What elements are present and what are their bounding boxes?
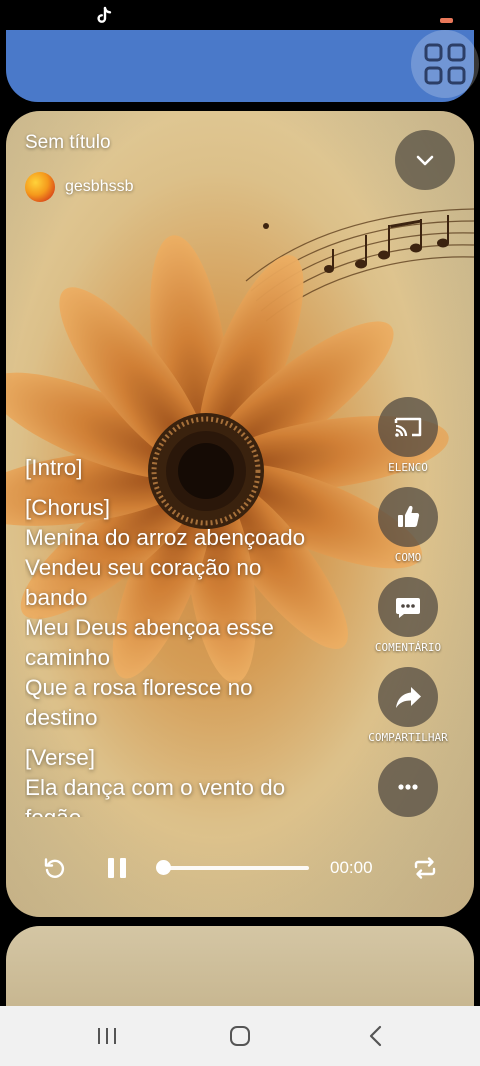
status-bar <box>0 0 480 30</box>
share-label: COMPARTILHAR <box>368 731 448 744</box>
next-card[interactable] <box>6 926 474 1006</box>
lyric-gap <box>25 733 365 743</box>
lyric-line: Que a rosa floresce no <box>25 675 253 700</box>
like-button-circle[interactable] <box>378 487 438 547</box>
lyric-line: bando <box>25 585 88 610</box>
share-button-circle[interactable] <box>378 667 438 727</box>
lyric-section-label: [Verse] <box>25 745 96 770</box>
app-grid-button[interactable] <box>411 30 479 98</box>
current-time: 00:00 <box>330 858 373 877</box>
more-icon <box>398 784 418 790</box>
lyric-line: Menina do arroz abençoado <box>25 525 306 550</box>
player-card: Sem título gesbhssb [Intro] [Chorus] Menin… <box>6 111 474 917</box>
previous-card[interactable] <box>6 30 474 102</box>
artist-name[interactable]: gesbhssb <box>65 178 134 196</box>
recents-icon[interactable] <box>95 1024 119 1048</box>
share-icon <box>396 687 421 708</box>
lyric-gap <box>25 483 365 493</box>
track-title: Sem título <box>25 132 111 153</box>
lyric-line: Ela dança com o vento do <box>25 775 286 800</box>
comment-label: COMENTÁRIO <box>374 641 442 654</box>
lyric-line: Vendeu seu coração no <box>25 555 262 580</box>
playback-controls: 00:00 <box>6 841 474 897</box>
share-button[interactable]: COMPARTILHAR <box>356 667 460 747</box>
more-button-circle[interactable] <box>378 757 438 817</box>
lyric-section-label: [Chorus] <box>25 495 111 520</box>
more-button[interactable] <box>356 757 460 837</box>
progress-bar[interactable] <box>163 866 309 870</box>
chevron-down-icon <box>416 155 434 166</box>
cast-button[interactable]: ELENCO <box>356 397 460 477</box>
lyric-line: fogão <box>25 803 365 817</box>
lyrics-panel[interactable]: [Intro] [Chorus] Menina do arroz abençoado… <box>25 453 365 817</box>
grid-icon <box>424 43 466 85</box>
comment-button[interactable]: COMENTÁRIO <box>356 577 460 657</box>
replay-icon[interactable] <box>42 855 68 881</box>
repeat-icon[interactable] <box>412 855 438 881</box>
home-icon[interactable] <box>228 1024 252 1048</box>
cast-icon <box>394 417 422 437</box>
like-button[interactable]: COMO <box>356 487 460 567</box>
like-label: COMO <box>394 551 422 564</box>
back-icon[interactable] <box>364 1024 388 1048</box>
comment-icon <box>396 598 420 618</box>
tiktok-icon <box>97 6 112 23</box>
notification-indicator <box>440 18 453 23</box>
cast-label: ELENCO <box>388 461 428 474</box>
lyric-line: Meu Deus abençoa esse <box>25 615 274 640</box>
lyric-line: caminho <box>25 645 111 670</box>
artist-avatar[interactable] <box>25 172 55 202</box>
system-nav-bar <box>0 1006 480 1066</box>
pause-icon[interactable] <box>105 855 129 881</box>
cast-button-circle[interactable] <box>378 397 438 457</box>
lyric-line: destino <box>25 705 98 730</box>
collapse-button[interactable] <box>395 130 455 190</box>
thumbs-up-icon <box>398 505 420 527</box>
comment-button-circle[interactable] <box>378 577 438 637</box>
progress-thumb[interactable] <box>156 860 171 875</box>
lyric-section-label: [Intro] <box>25 455 83 480</box>
